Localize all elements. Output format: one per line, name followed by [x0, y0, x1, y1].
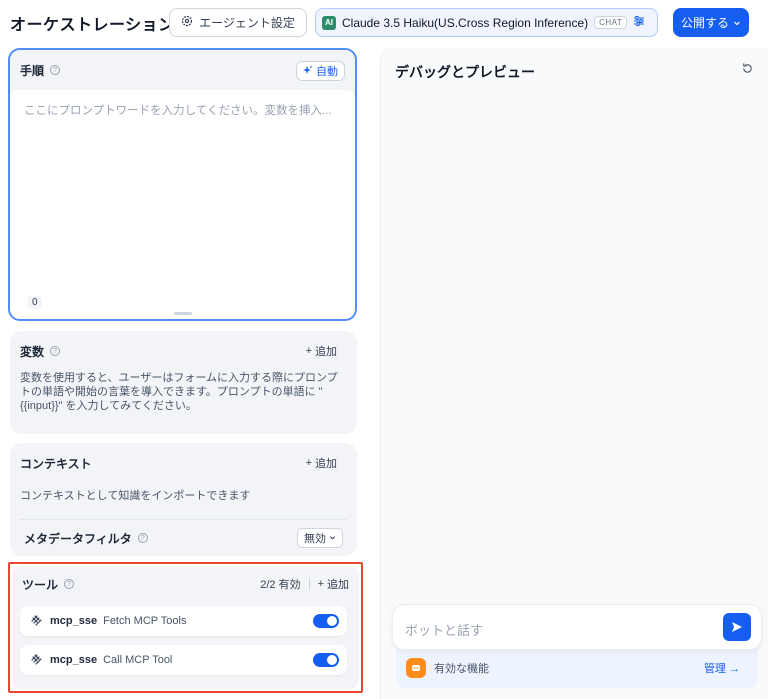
page-title: オーケストレーション	[10, 17, 175, 34]
send-button[interactable]	[723, 613, 751, 641]
add-tool-button[interactable]: + 追加	[318, 576, 349, 592]
variables-description: 変数を使用すると、ユーザーはフォームに入力する際にプロンプトの単語や開始の言葉を…	[20, 372, 338, 412]
debug-preview-panel: デバッグとプレビュー 有効な機能 管理 → ボットと話す	[380, 48, 768, 699]
publish-label: 公開する	[680, 16, 729, 30]
tools-enabled-count: 2/2 有効	[260, 579, 301, 591]
agent-settings-label: エージェント設定	[199, 16, 295, 30]
auto-label: 自動	[316, 66, 338, 78]
resize-handle[interactable]	[174, 312, 192, 315]
metadata-filter-title: メタデータフィルタ	[24, 531, 132, 546]
add-label: 追加	[327, 579, 349, 591]
chat-placeholder: ボットと話す	[405, 623, 484, 638]
tools-header: ツール ? 2/2 有効 + 追加	[12, 566, 359, 602]
add-variable-button[interactable]: + 追加	[306, 343, 347, 359]
send-icon	[732, 622, 742, 632]
add-label: 追加	[315, 458, 337, 470]
tool-item[interactable]: mcp_sse Fetch MCP Tools	[20, 606, 347, 636]
tool-provider: mcp_sse	[50, 615, 98, 627]
add-label: 追加	[315, 346, 337, 358]
context-header: コンテキスト + 追加	[10, 443, 357, 483]
context-description: コンテキストとして知識をインポートできます	[20, 490, 251, 502]
model-selector[interactable]: AI Claude 3.5 Haiku(US.Cross Region Infe…	[315, 8, 658, 37]
variables-header: 変数 ? + 追加	[10, 331, 357, 371]
chat-input[interactable]: ボットと話す	[392, 604, 762, 650]
manage-link[interactable]: 管理 →	[704, 660, 740, 676]
sparkle-icon	[303, 65, 313, 78]
chevron-down-icon	[733, 16, 741, 30]
tools-title: ツール	[22, 577, 59, 592]
model-logo-icon: AI	[322, 15, 336, 30]
features-label: 有効な機能	[434, 663, 489, 675]
char-count: 0	[28, 296, 42, 309]
tool-item[interactable]: mcp_sse Call MCP Tool	[20, 645, 347, 675]
instructions-panel: 手順 ? 自動 ここにプロンプトワードを入力してください。変数を挿入... 0	[8, 48, 357, 321]
chevron-down-icon	[329, 532, 336, 544]
tool-name: Call MCP Tool	[103, 654, 173, 666]
mcp-icon	[30, 653, 44, 667]
divider	[20, 519, 347, 520]
help-icon[interactable]: ?	[64, 579, 75, 589]
help-icon[interactable]: ?	[50, 346, 61, 356]
tools-card: ツール ? 2/2 有効 + 追加 mcp_sse Fetch MCP Tool…	[12, 566, 359, 689]
auto-generate-button[interactable]: 自動	[296, 61, 345, 81]
chat-mode-badge: CHAT	[594, 16, 628, 29]
sliders-icon[interactable]	[633, 15, 645, 30]
variables-card: 変数 ? + 追加 変数を使用すると、ユーザーはフォームに入力する際にプロンプト…	[10, 331, 357, 434]
tools-highlight: ツール ? 2/2 有効 + 追加 mcp_sse Fetch MCP Tool…	[8, 562, 363, 693]
help-icon[interactable]: ?	[137, 533, 148, 543]
add-context-button[interactable]: + 追加	[306, 455, 347, 471]
help-icon[interactable]: ?	[50, 65, 61, 75]
mcp-icon	[30, 614, 44, 628]
tool-enabled-toggle[interactable]	[313, 614, 339, 628]
prompt-placeholder: ここにプロンプトワードを入力してください。変数を挿入...	[24, 105, 332, 117]
plus-icon: +	[317, 578, 324, 590]
context-title: コンテキスト	[20, 456, 92, 471]
tool-enabled-toggle[interactable]	[313, 653, 339, 667]
variables-title: 変数	[20, 344, 45, 359]
context-card: コンテキスト + 追加 コンテキストとして知識をインポートできます メタデータフ…	[10, 443, 357, 556]
model-name: Claude 3.5 Haiku(US.Cross Region Inferen…	[342, 15, 589, 30]
features-bar: 有効な機能 管理 →	[396, 648, 758, 688]
publish-button[interactable]: 公開する	[673, 8, 749, 37]
prompt-textarea[interactable]: ここにプロンプトワードを入力してください。変数を挿入... 0	[10, 90, 355, 319]
plus-icon: +	[305, 345, 312, 357]
refresh-icon[interactable]	[741, 62, 754, 78]
instructions-title: 手順	[20, 63, 45, 78]
metadata-filter-value: 無効	[304, 533, 326, 545]
metadata-filter-select[interactable]: 無効	[297, 528, 343, 548]
features-icon	[406, 658, 426, 678]
metadata-filter-row: メタデータフィルタ ? 無効	[14, 525, 353, 551]
gear-icon	[181, 15, 193, 30]
debug-title: デバッグとプレビュー	[395, 64, 535, 80]
agent-settings-button[interactable]: エージェント設定	[169, 8, 307, 37]
divider	[308, 578, 310, 590]
tool-provider: mcp_sse	[50, 654, 98, 666]
tool-name: Fetch MCP Tools	[103, 615, 187, 627]
plus-icon: +	[305, 457, 312, 469]
